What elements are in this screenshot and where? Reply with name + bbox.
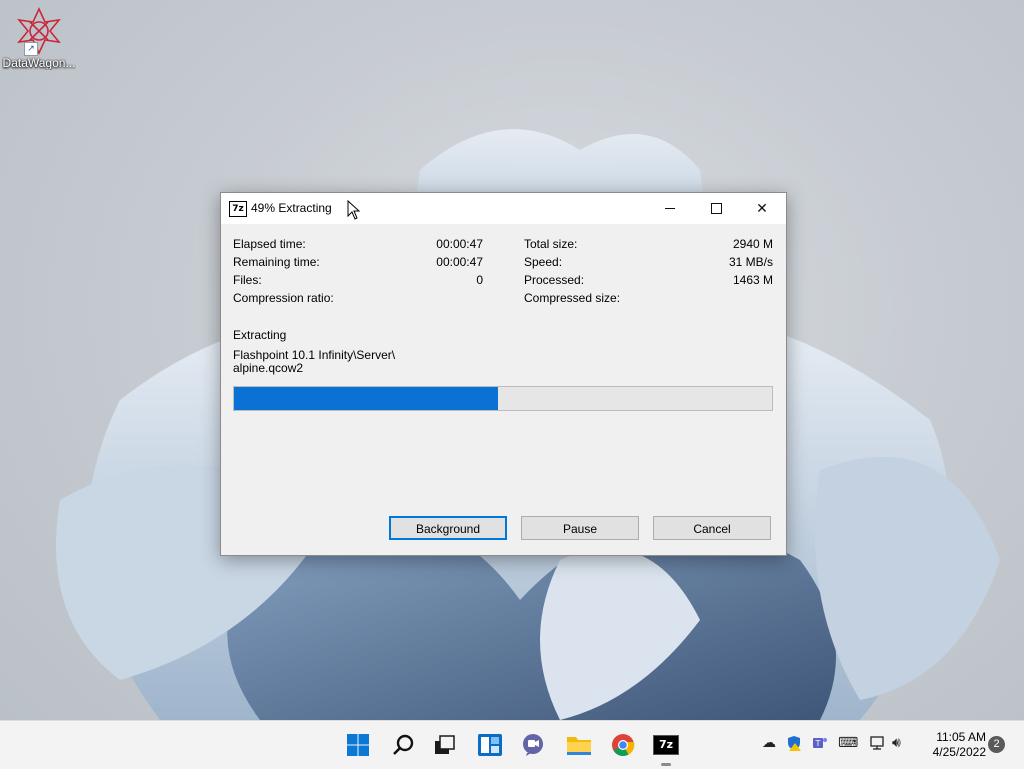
files-label: Files: <box>233 273 262 287</box>
svg-text:T: T <box>815 739 821 748</box>
network-icon[interactable] <box>869 735 887 755</box>
total-size-value: 2940 M <box>732 237 773 251</box>
compression-ratio-label: Compression ratio: <box>233 291 334 305</box>
elapsed-time-label: Elapsed time: <box>233 237 306 251</box>
clock-time: 11:05 AM <box>936 730 986 744</box>
datawagon-icon: ↗ <box>14 6 64 56</box>
system-clock[interactable]: 11:05 AM 4/25/2022 <box>920 730 986 760</box>
background-button[interactable]: Background <box>389 516 507 540</box>
chrome-button[interactable] <box>607 729 639 761</box>
shortcut-arrow-icon: ↗ <box>24 42 38 56</box>
minimize-button[interactable] <box>647 193 693 224</box>
widgets-icon <box>478 734 502 756</box>
7zip-icon: 7z <box>653 735 679 755</box>
title-bar[interactable]: 7z 49% Extracting ✕ <box>221 193 786 224</box>
search-button[interactable] <box>387 729 419 761</box>
windows-logo-icon <box>347 734 369 756</box>
widgets-button[interactable] <box>474 729 506 761</box>
chrome-icon <box>612 734 635 756</box>
shield-icon <box>788 736 801 751</box>
teams-chat-button[interactable] <box>517 729 549 761</box>
onedrive-offline-icon[interactable]: ☁ <box>762 735 776 751</box>
minimize-icon <box>665 208 675 209</box>
elapsed-time-value: 00:00:47 <box>436 237 483 251</box>
7zip-taskbar-button[interactable]: 7z <box>650 729 682 766</box>
7zip-app-icon: 7z <box>229 201 247 217</box>
search-icon <box>393 734 414 755</box>
maximize-icon <box>710 203 722 214</box>
mouse-cursor-icon <box>347 200 361 220</box>
folder-icon <box>567 737 591 755</box>
desktop-icon-label: DataWagon... <box>2 56 76 70</box>
maximize-button[interactable] <box>693 193 739 224</box>
close-icon: ✕ <box>756 200 768 217</box>
chat-icon <box>523 734 543 756</box>
progress-fill <box>234 387 498 410</box>
volume-icon[interactable]: 🔊︎ <box>892 735 901 751</box>
keyboard-icon[interactable]: ⌨ <box>838 735 858 751</box>
current-path-line2: alpine.qcow2 <box>233 361 304 375</box>
task-view-button[interactable] <box>428 729 460 761</box>
total-size-label: Total size: <box>524 237 578 251</box>
file-explorer-button[interactable] <box>563 729 595 761</box>
task-view-icon <box>435 735 455 754</box>
processed-label: Processed: <box>524 273 585 287</box>
teams-tray-icon[interactable]: T <box>812 735 828 755</box>
window-title: 49% Extracting <box>251 201 332 215</box>
remaining-time-value: 00:00:47 <box>436 255 483 269</box>
pause-button[interactable]: Pause <box>521 516 639 540</box>
remaining-time-label: Remaining time: <box>233 255 320 269</box>
teams-icon: T <box>813 738 827 748</box>
cancel-button[interactable]: Cancel <box>653 516 771 540</box>
processed-value: 1463 M <box>732 273 773 287</box>
speed-label: Speed: <box>524 255 563 269</box>
close-button[interactable]: ✕ <box>739 193 785 224</box>
status-label: Extracting <box>233 328 287 342</box>
progress-bar <box>233 386 773 411</box>
files-value: 0 <box>476 273 483 287</box>
ethernet-icon <box>870 736 884 750</box>
desktop-shortcut-datawagon[interactable]: ↗ DataWagon... <box>2 6 76 70</box>
extract-progress-window: 7z 49% Extracting ✕ Elapsed time: 00:00:… <box>220 192 787 556</box>
notification-badge[interactable]: 2 <box>988 736 1005 753</box>
start-button[interactable] <box>342 729 374 761</box>
taskbar: 7z ☁ T ⌨ 🔊︎ 11:05 AM 4/25/2022 2 <box>0 720 1024 769</box>
current-path-line1: Flashpoint 10.1 Infinity\Server\ <box>233 348 396 362</box>
security-warning-icon[interactable] <box>786 735 802 755</box>
compressed-size-label: Compressed size: <box>524 291 621 305</box>
speed-value: 31 MB/s <box>728 255 773 269</box>
clock-date: 4/25/2022 <box>932 745 986 759</box>
